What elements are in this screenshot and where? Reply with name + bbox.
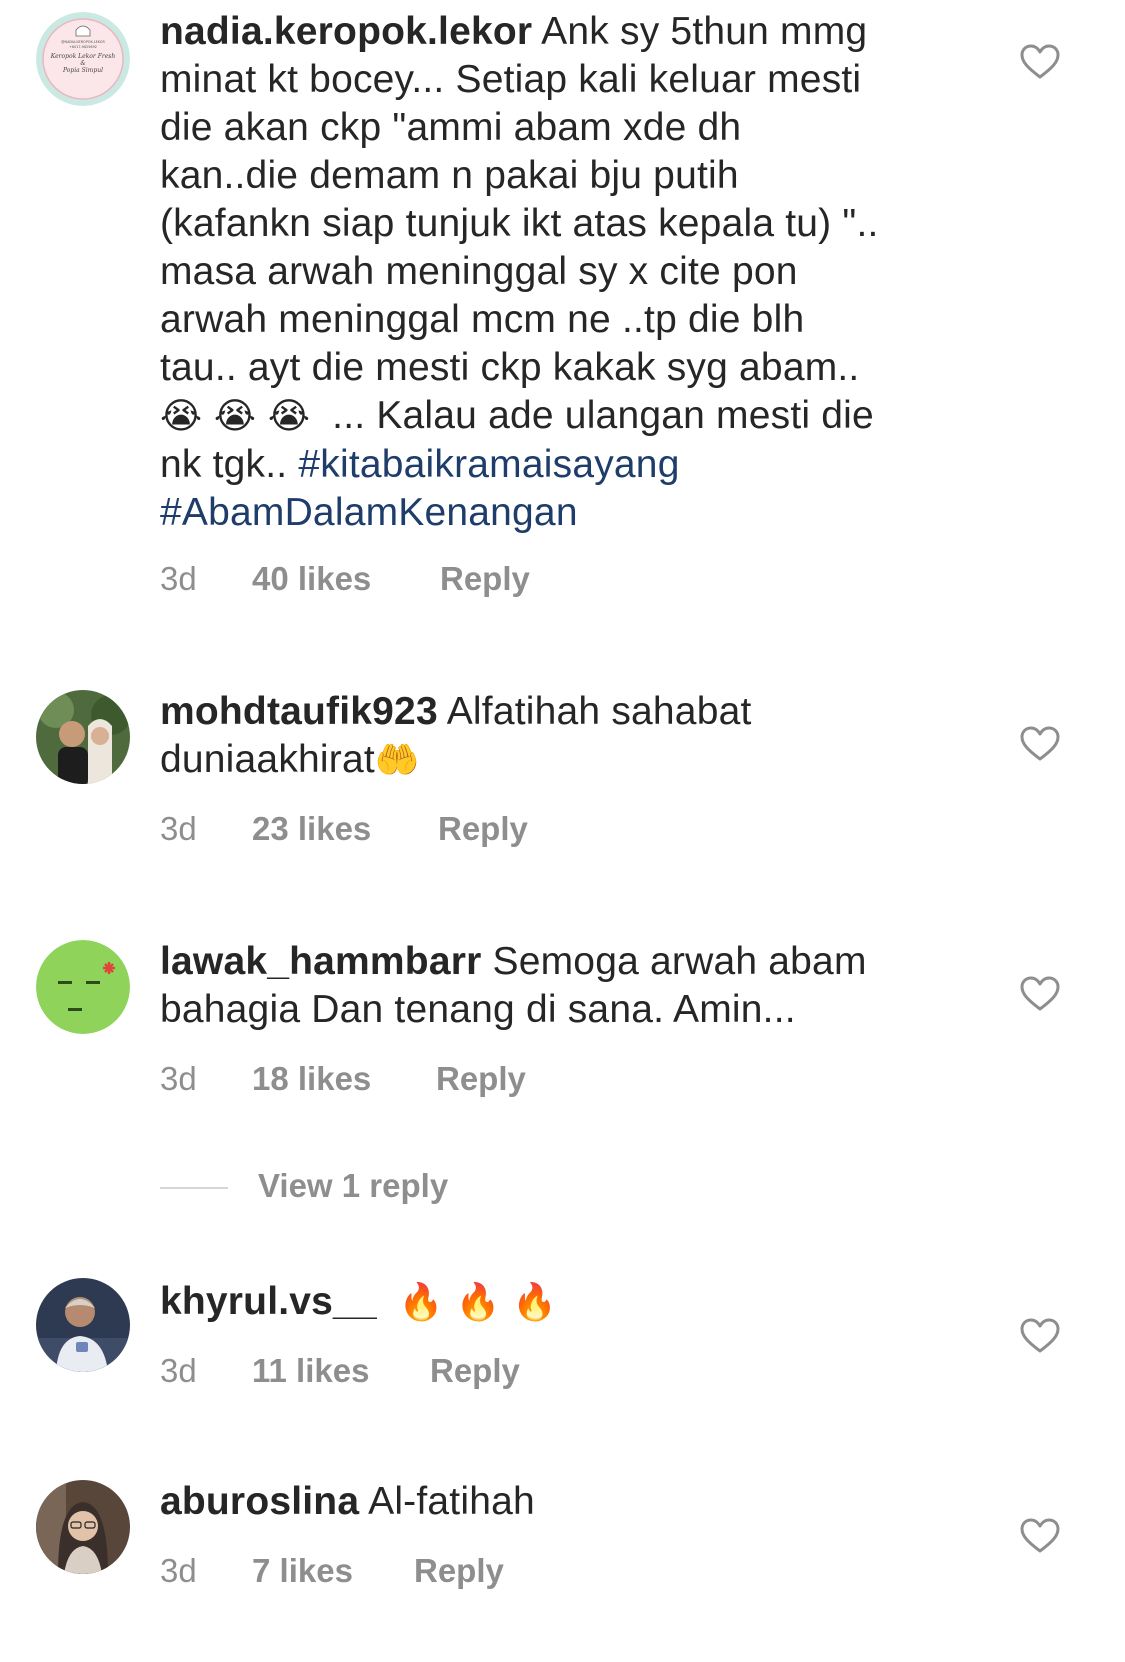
nadia-logo-avatar: @NADIA.KEROPOK.LEKOR +6017-9625692 Kerop… [36, 12, 130, 106]
comment-body: aburoslina Al-fatihah [160, 1478, 960, 1526]
comment-line: nk tgk.. #kitabaikramaisayang [160, 441, 960, 489]
avatar-logo-line1: Keropok Lekor Fresh [50, 53, 116, 60]
heart-outline-icon[interactable] [1020, 44, 1060, 80]
avatar-nadia[interactable]: @NADIA.KEROPOK.LEKOR +6017-9625692 Kerop… [36, 12, 130, 106]
comment-text: duniaakhirat [160, 738, 375, 781]
comment-body: nadia.keropok.lekor Ank sy 5thun mmg min… [160, 8, 960, 537]
comment-meta: 3d 23 likes Reply [160, 810, 528, 848]
comment-line: mohdtaufik923 Alfatihah sahabat [160, 688, 960, 736]
comment-line: aburoslina Al-fatihah [160, 1478, 960, 1526]
comment-line: duniaakhirat🤲 [160, 736, 960, 785]
comment-text: Alfatihah sahabat [446, 690, 752, 733]
comment-username[interactable]: lawak_hammbarr [160, 940, 481, 983]
reply-button[interactable]: Reply [438, 810, 528, 848]
heart-outline-icon[interactable] [1020, 976, 1060, 1012]
comment-line: khyrul.vs__ 🔥 🔥 🔥 [160, 1278, 960, 1327]
comment-username[interactable]: mohdtaufik923 [160, 690, 438, 733]
man-photo-avatar [36, 1278, 130, 1372]
comment-line: kan..die demam n pakai bju putih [160, 154, 739, 197]
comment-line: 😭 😭 😭 ... Kalau ade ulangan mesti die [160, 392, 960, 441]
comment-line: masa arwah meninggal sy x cite pon [160, 250, 798, 293]
comment-text: Semoga arwah abam [492, 940, 867, 983]
reply-button[interactable]: Reply [440, 560, 530, 598]
comment-likes[interactable]: 40 likes [252, 560, 440, 598]
comment-likes[interactable]: 11 likes [252, 1352, 430, 1390]
comment-text: nk tgk.. [160, 443, 288, 486]
comment-text: ... Kalau ade ulangan mesti die [332, 394, 874, 437]
comment-line: nadia.keropok.lekor Ank sy 5thun mmg [160, 8, 960, 56]
view-replies-button[interactable]: View 1 reply [160, 1167, 448, 1211]
avatar-aburoslina[interactable] [36, 1480, 130, 1574]
woman-photo-avatar [36, 1480, 130, 1574]
comment-line: tau.. ayt die mesti ckp kakak syg abam.. [160, 346, 860, 389]
fire-emoji-icon: 🔥 🔥 🔥 [398, 1282, 558, 1323]
comment-username[interactable]: khyrul.vs__ [160, 1280, 377, 1323]
view-replies-divider [160, 1187, 228, 1190]
avatar-mohdtaufik[interactable] [36, 690, 130, 784]
annoyed-face-avatar [36, 940, 130, 1034]
comment-text: Al-fatihah [368, 1480, 535, 1523]
comment-meta: 3d 11 likes Reply [160, 1352, 520, 1390]
comment-time: 3d [160, 560, 197, 597]
comment-likes[interactable]: 18 likes [252, 1060, 436, 1098]
comment-line: (kafankn siap tunjuk ikt atas kepala tu)… [160, 202, 879, 245]
comment-time: 3d [160, 810, 197, 847]
avatar-logo-phone: +6017-9625692 [69, 45, 97, 49]
reply-button[interactable]: Reply [414, 1552, 504, 1590]
comment-time: 3d [160, 1060, 197, 1097]
avatar-khyrul[interactable] [36, 1278, 130, 1372]
heart-outline-icon[interactable] [1020, 1518, 1060, 1554]
comment-meta: 3d 18 likes Reply [160, 1060, 526, 1098]
comment-line: minat kt bocey... Setiap kali keluar mes… [160, 58, 862, 101]
avatar-logo-handle: @NADIA.KEROPOK.LEKOR [61, 40, 105, 44]
hashtag-link[interactable]: #kitabaikramaisayang [298, 443, 679, 486]
heart-outline-icon[interactable] [1020, 726, 1060, 762]
comment-username[interactable]: aburoslina [160, 1480, 359, 1523]
comment-body: mohdtaufik923 Alfatihah sahabat duniaakh… [160, 688, 960, 785]
comment-line: arwah meninggal mcm ne ..tp die blh [160, 298, 805, 341]
reply-button[interactable]: Reply [436, 1060, 526, 1098]
comment-time: 3d [160, 1352, 197, 1389]
comment-text: Ank sy 5thun mmg [541, 10, 868, 53]
hashtag-link[interactable]: #AbamDalamKenangan [160, 491, 578, 534]
comment-line: bahagia Dan tenang di sana. Amin... [160, 988, 796, 1031]
comment-body: khyrul.vs__ 🔥 🔥 🔥 [160, 1278, 960, 1327]
comment-body: lawak_hammbarr Semoga arwah abam bahagia… [160, 938, 960, 1034]
comment-line: lawak_hammbarr Semoga arwah abam [160, 938, 960, 986]
view-replies-label: View 1 reply [258, 1167, 449, 1204]
comment-likes[interactable]: 7 likes [252, 1552, 414, 1590]
avatar-logo-line2: Popia Simpul [62, 67, 103, 74]
comment-line: #AbamDalamKenangan [160, 489, 960, 537]
comment-username[interactable]: nadia.keropok.lekor [160, 10, 532, 53]
crying-face-emoji-icon: 😭 😭 😭 [160, 396, 311, 437]
comment-meta: 3d 40 likes Reply [160, 560, 530, 598]
comment-line: die akan ckp "ammi abam xde dh [160, 106, 742, 149]
comment-time: 3d [160, 1552, 197, 1589]
reply-button[interactable]: Reply [430, 1352, 520, 1390]
comment-likes[interactable]: 23 likes [252, 810, 438, 848]
comment-meta: 3d 7 likes Reply [160, 1552, 504, 1590]
avatar-lawak[interactable] [36, 940, 130, 1034]
raised-hands-emoji-icon: 🤲 [374, 740, 420, 781]
heart-outline-icon[interactable] [1020, 1318, 1060, 1354]
avatar-logo-amp: & [80, 60, 86, 67]
couple-photo-avatar [36, 690, 130, 784]
